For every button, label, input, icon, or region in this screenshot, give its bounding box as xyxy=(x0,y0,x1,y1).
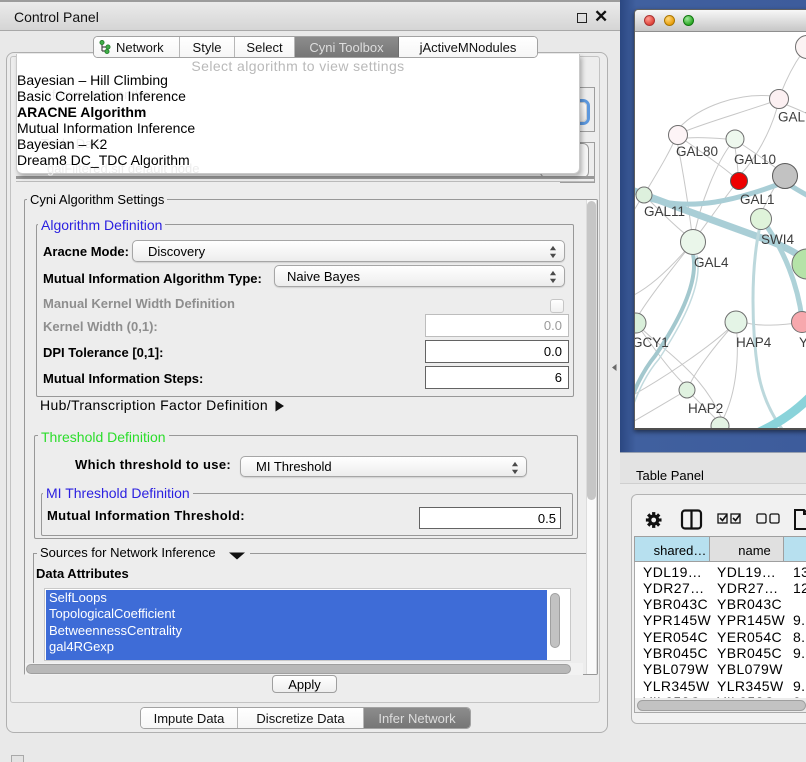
svg-text:GAL4: GAL4 xyxy=(694,255,729,270)
svg-text:HAP2: HAP2 xyxy=(688,401,723,416)
svg-text:GAL11: GAL11 xyxy=(644,204,685,219)
svg-text:GCY1: GCY1 xyxy=(635,335,669,350)
svg-text:GAL1: GAL1 xyxy=(740,192,775,207)
svg-text:GAL10: GAL10 xyxy=(734,152,776,167)
svg-text:GAL80: GAL80 xyxy=(676,144,718,159)
svg-text:HAP4: HAP4 xyxy=(736,335,772,350)
svg-text:SWI4: SWI4 xyxy=(761,232,794,247)
svg-text:GAL7: GAL7 xyxy=(778,110,806,125)
svg-text:Y: Y xyxy=(799,335,806,350)
